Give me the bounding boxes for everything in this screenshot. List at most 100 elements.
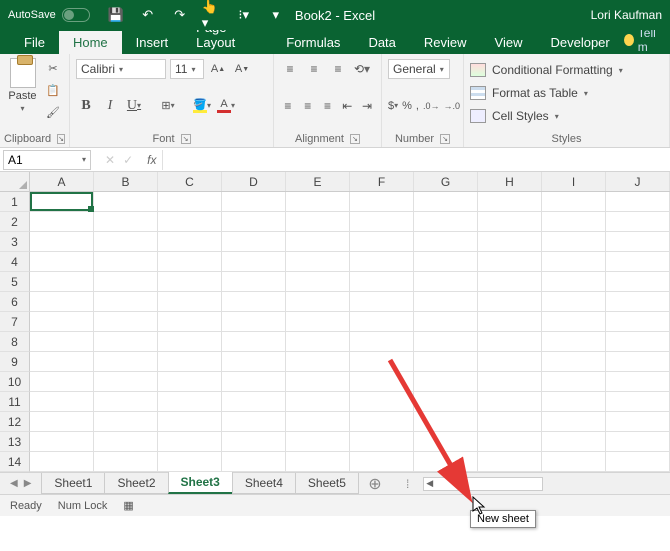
cell[interactable] [478, 392, 542, 412]
cell[interactable] [414, 192, 478, 212]
cell[interactable] [158, 432, 222, 452]
col-header[interactable]: B [94, 172, 158, 191]
cell[interactable] [414, 232, 478, 252]
cell[interactable] [478, 292, 542, 312]
cell[interactable] [94, 332, 158, 352]
cell[interactable] [30, 272, 94, 292]
cell[interactable] [478, 252, 542, 272]
tab-view[interactable]: View [481, 31, 537, 54]
cell[interactable] [350, 232, 414, 252]
redo-icon[interactable]: ↷ [170, 5, 190, 25]
decrease-font-icon[interactable]: A▼ [232, 59, 252, 79]
cell[interactable] [350, 192, 414, 212]
cell[interactable] [542, 452, 606, 472]
cell[interactable] [222, 452, 286, 472]
tab-split-handle[interactable]: ⁞ [406, 477, 409, 491]
row-header[interactable]: 9 [0, 352, 30, 372]
cell[interactable] [286, 312, 350, 332]
customize-icon[interactable]: ⁝▾ [234, 5, 254, 25]
align-middle-icon[interactable]: ≡ [304, 59, 324, 79]
cell[interactable] [606, 272, 670, 292]
align-right-icon[interactable]: ≡ [320, 96, 336, 116]
cell[interactable] [94, 192, 158, 212]
enter-formula-icon[interactable]: ✓ [123, 153, 133, 167]
cell[interactable] [414, 292, 478, 312]
cell[interactable] [94, 292, 158, 312]
col-header[interactable]: H [478, 172, 542, 191]
sheet-tab[interactable]: Sheet4 [232, 473, 296, 494]
row-header[interactable]: 4 [0, 252, 30, 272]
cell[interactable] [542, 412, 606, 432]
cell[interactable] [350, 212, 414, 232]
dialog-launcher-icon[interactable]: ↘ [57, 134, 65, 144]
tab-insert[interactable]: Insert [122, 31, 183, 54]
cell[interactable] [30, 232, 94, 252]
sheet-tab[interactable]: Sheet5 [295, 473, 359, 494]
formula-input[interactable] [163, 150, 670, 170]
row-header[interactable]: 1 [0, 192, 30, 212]
align-bottom-icon[interactable]: ≡ [328, 59, 348, 79]
col-header[interactable]: D [222, 172, 286, 191]
sheet-nav[interactable]: ◀ ▶ [0, 478, 41, 489]
border-button[interactable]: ⊞▾ [158, 96, 178, 116]
cell[interactable] [158, 212, 222, 232]
row-header[interactable]: 10 [0, 372, 30, 392]
cell[interactable] [542, 292, 606, 312]
cell[interactable] [158, 392, 222, 412]
percent-icon[interactable]: % [402, 96, 412, 116]
cell[interactable] [286, 452, 350, 472]
cell[interactable] [158, 352, 222, 372]
comma-icon[interactable]: , [416, 96, 419, 116]
col-header[interactable]: F [350, 172, 414, 191]
cell[interactable] [414, 252, 478, 272]
cell[interactable] [158, 372, 222, 392]
sheet-tab[interactable]: Sheet3 [168, 472, 233, 494]
cell[interactable] [286, 432, 350, 452]
cell[interactable] [286, 292, 350, 312]
cell[interactable] [94, 432, 158, 452]
cell[interactable] [606, 212, 670, 232]
row-header[interactable]: 7 [0, 312, 30, 332]
cell[interactable] [286, 192, 350, 212]
cell[interactable] [478, 352, 542, 372]
cell[interactable] [94, 372, 158, 392]
row-header[interactable]: 3 [0, 232, 30, 252]
cell[interactable] [478, 432, 542, 452]
tell-me[interactable]: Tell m [624, 26, 670, 54]
cell[interactable] [94, 212, 158, 232]
cell[interactable] [350, 292, 414, 312]
macro-record-icon[interactable]: ▦ [123, 499, 133, 512]
cell[interactable] [478, 372, 542, 392]
cell[interactable] [30, 432, 94, 452]
decrease-indent-icon[interactable]: ⇤ [339, 96, 355, 116]
cell[interactable] [542, 252, 606, 272]
cell[interactable] [478, 452, 542, 472]
increase-font-icon[interactable]: A▲ [208, 59, 228, 79]
cell[interactable] [222, 432, 286, 452]
row-header[interactable]: 11 [0, 392, 30, 412]
cell[interactable] [158, 252, 222, 272]
cell[interactable] [478, 232, 542, 252]
align-top-icon[interactable]: ≡ [280, 59, 300, 79]
cell[interactable] [30, 372, 94, 392]
cell[interactable] [350, 392, 414, 412]
tab-home[interactable]: Home [59, 31, 122, 54]
cell[interactable] [414, 352, 478, 372]
cell[interactable] [606, 292, 670, 312]
cell[interactable] [542, 332, 606, 352]
dialog-launcher-icon[interactable]: ↘ [181, 134, 191, 144]
cell[interactable] [30, 352, 94, 372]
undo-icon[interactable]: ↶ [138, 5, 158, 25]
cancel-formula-icon[interactable]: ✕ [105, 153, 115, 167]
cell[interactable] [542, 232, 606, 252]
cell[interactable] [606, 432, 670, 452]
cell[interactable] [286, 252, 350, 272]
cell[interactable] [350, 352, 414, 372]
cell[interactable] [222, 192, 286, 212]
italic-button[interactable]: I [100, 96, 120, 116]
touch-mode-icon[interactable]: 👆▾ [202, 5, 222, 25]
paste-button[interactable]: Paste ▾ [6, 58, 39, 122]
row-header[interactable]: 14 [0, 452, 30, 472]
copy-icon[interactable]: 📋 [43, 80, 63, 100]
cell[interactable] [350, 332, 414, 352]
